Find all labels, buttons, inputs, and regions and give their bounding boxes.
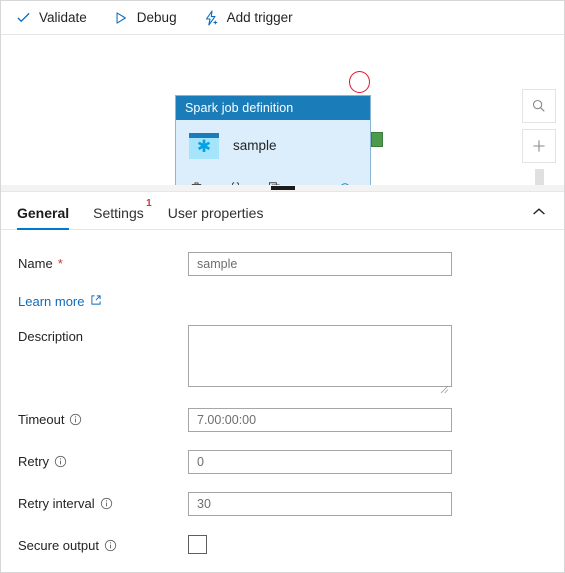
info-icon[interactable]: [54, 455, 67, 468]
info-icon[interactable]: [69, 413, 82, 426]
retry-field-wrap: [188, 450, 564, 474]
node-header: Spark job definition: [176, 96, 370, 120]
general-tab-form: Name * Learn more: [1, 230, 564, 572]
splitter-grip[interactable]: [271, 186, 295, 190]
debug-button[interactable]: Debug: [111, 5, 179, 31]
node-action-bar: [176, 171, 370, 185]
activity-properties-panel: General Settings 1 User properties Name …: [1, 192, 564, 572]
check-icon: [15, 9, 32, 26]
learn-more-label: Learn more: [18, 294, 85, 309]
add-trigger-label: Add trigger: [226, 10, 293, 25]
description-label-group: Description: [1, 325, 188, 344]
tab-settings-badge: 1: [146, 198, 152, 209]
canvas-controls: [522, 89, 556, 185]
pipeline-editor: Validate Debug Add trigger Spark job def: [0, 0, 565, 573]
field-row-retry-interval: Retry interval: [1, 492, 564, 518]
name-label: Name: [18, 256, 53, 271]
name-input[interactable]: [188, 252, 452, 276]
play-triangle-icon: [113, 9, 130, 26]
retry-input[interactable]: [188, 450, 452, 474]
validate-label: Validate: [39, 10, 87, 25]
description-label: Description: [18, 329, 84, 344]
search-icon[interactable]: [522, 89, 556, 123]
tab-settings[interactable]: Settings 1: [93, 198, 152, 229]
timeout-field-wrap: [188, 408, 564, 432]
debug-label: Debug: [136, 10, 177, 25]
secure-output-field-wrap: [188, 534, 564, 554]
field-row-retry: Retry: [1, 450, 564, 476]
panel-splitter[interactable]: [1, 185, 564, 192]
learn-more-link[interactable]: Learn more: [1, 294, 102, 309]
node-header-label: Spark job definition: [185, 101, 294, 115]
spark-asterisk-icon: ✱: [189, 132, 219, 159]
tab-settings-label: Settings: [93, 205, 144, 221]
chevron-up-icon[interactable]: [524, 199, 554, 225]
secure-output-label-group: Secure output: [1, 534, 188, 553]
learn-more-row: Learn more: [1, 294, 564, 309]
node-output-connector[interactable]: [371, 132, 383, 147]
secure-output-label: Secure output: [18, 538, 99, 553]
validate-button[interactable]: Validate: [13, 5, 89, 31]
field-row-timeout: Timeout: [1, 408, 564, 434]
external-link-icon: [90, 294, 102, 309]
tab-general[interactable]: General: [17, 205, 70, 230]
retry-interval-input[interactable]: [188, 492, 452, 516]
node-activity-label: sample: [233, 138, 277, 153]
pipeline-canvas[interactable]: Spark job definition ✱ sample: [1, 35, 564, 185]
top-toolbar: Validate Debug Add trigger: [1, 1, 564, 35]
field-row-secure-output: Secure output: [1, 534, 564, 560]
field-row-name: Name *: [1, 252, 564, 278]
retry-interval-field-wrap: [188, 492, 564, 516]
lightning-plus-icon: [203, 9, 220, 26]
retry-label: Retry: [18, 454, 50, 469]
tab-user-properties-label: User properties: [167, 205, 264, 221]
info-icon[interactable]: [104, 539, 117, 552]
secure-output-checkbox[interactable]: [188, 535, 207, 554]
field-row-description: Description: [1, 325, 564, 394]
retry-label-group: Retry: [1, 450, 188, 469]
tab-general-label: General: [17, 205, 70, 221]
timeout-label: Timeout: [18, 412, 65, 427]
node-body: ✱ sample: [176, 120, 370, 171]
name-field-wrap: [188, 252, 564, 276]
timeout-input[interactable]: [188, 408, 452, 432]
activity-node-spark-job-definition[interactable]: Spark job definition ✱ sample: [175, 95, 371, 185]
retry-interval-label-group: Retry interval: [1, 492, 188, 511]
description-textarea[interactable]: [188, 325, 452, 387]
required-asterisk: *: [57, 256, 63, 271]
zoom-in-icon[interactable]: [522, 129, 556, 163]
add-trigger-button[interactable]: Add trigger: [201, 5, 295, 31]
description-field-wrap: [188, 325, 564, 394]
red-circle-annotation: [349, 71, 370, 93]
panel-tabs: General Settings 1 User properties: [1, 192, 564, 230]
retry-interval-label: Retry interval: [18, 496, 95, 511]
name-label-group: Name *: [1, 252, 188, 271]
info-icon[interactable]: [100, 497, 113, 510]
timeout-label-group: Timeout: [1, 408, 188, 427]
tab-user-properties[interactable]: User properties: [168, 205, 264, 229]
zoom-slider-track[interactable]: [534, 169, 544, 185]
